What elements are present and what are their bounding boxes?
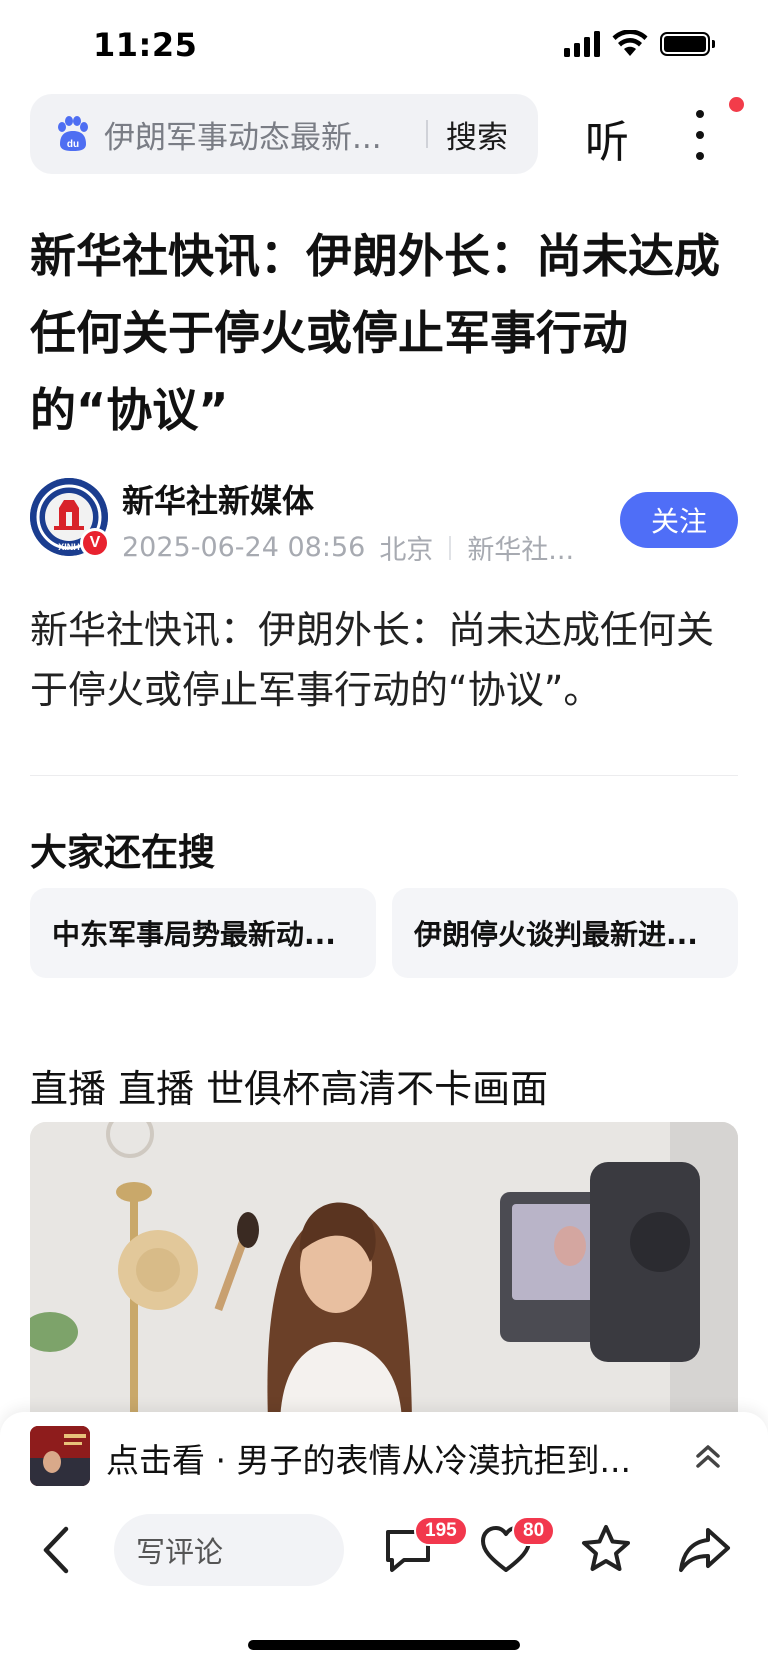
meta-divider <box>449 535 452 560</box>
svg-text:du: du <box>67 139 79 150</box>
section-divider <box>30 775 738 776</box>
back-arrow-icon[interactable] <box>38 1525 78 1575</box>
wifi-icon <box>612 30 648 56</box>
livestream-photo <box>30 1122 738 1422</box>
floating-video-bar[interactable]: 点击看 · 男子的表情从冷漠抗拒到... <box>0 1412 768 1500</box>
related-search-title: 大家还在搜 <box>30 831 215 874</box>
ad-image[interactable] <box>30 1122 738 1422</box>
verified-badge: V <box>80 528 110 558</box>
related-search-chip[interactable]: 伊朗停火谈判最新进... <box>392 888 738 978</box>
listen-button[interactable]: 听 <box>585 106 629 170</box>
follow-button[interactable]: 关注 <box>620 492 738 548</box>
search-divider <box>426 120 428 148</box>
publish-datetime: 2025-06-24 08:56 <box>122 532 366 563</box>
like-count-badge: 80 <box>512 1516 556 1546</box>
battery-icon <box>660 32 715 56</box>
comment-input[interactable]: 写评论 <box>114 1514 344 1586</box>
svg-text:XINH: XINH <box>58 542 80 552</box>
article-meta: 2025-06-24 08:56 北京 新华社... <box>122 528 574 567</box>
home-indicator <box>248 1640 520 1650</box>
floating-video-title[interactable]: 点击看 · 男子的表情从冷漠抗拒到... <box>106 1434 666 1482</box>
bottom-toolbar: 写评论 195 80 <box>0 1500 768 1662</box>
author-row: XINH V 新华社新媒体 2025-06-24 08:56 北京 新华社...… <box>30 476 738 566</box>
status-bar: 11:25 <box>0 0 768 90</box>
search-bar[interactable]: du 伊朗军事动态最新... 搜索 <box>30 94 538 174</box>
cellular-signal-icon <box>564 31 600 57</box>
double-chevron-up-icon[interactable] <box>688 1436 728 1476</box>
more-menu-button[interactable] <box>690 110 710 160</box>
share-arrow-icon[interactable] <box>676 1522 732 1578</box>
article-source: 新华社... <box>467 535 575 566</box>
ad-title[interactable]: 直播 直播 世俱杯高清不卡画面 <box>30 1058 548 1113</box>
search-input[interactable]: 伊朗军事动态最新... <box>104 112 404 157</box>
article-title: 新华社快讯：伊朗外长：尚未达成任何关于停火或停止军事行动的“协议” <box>30 229 720 437</box>
author-name[interactable]: 新华社新媒体 <box>122 476 314 522</box>
more-dot-icon <box>696 152 704 160</box>
favorite-star-icon[interactable] <box>578 1522 634 1578</box>
video-thumbnail[interactable] <box>30 1426 90 1486</box>
comment-count-badge: 195 <box>414 1516 468 1546</box>
baidu-paw-icon: du <box>58 116 88 151</box>
notification-dot <box>729 97 744 112</box>
more-dot-icon <box>696 110 704 118</box>
article-body: 新华社快讯：伊朗外长：尚未达成任何关于停火或停止军事行动的“协议”。 <box>30 608 715 712</box>
publish-location: 北京 <box>379 535 434 566</box>
video-thumbnail-image <box>30 1426 90 1486</box>
related-search-chip[interactable]: 中东军事局势最新动... <box>30 888 376 978</box>
search-button[interactable]: 搜索 <box>446 112 508 157</box>
status-time: 11:25 <box>93 26 198 64</box>
status-icons <box>564 30 715 58</box>
more-dot-icon <box>696 131 704 139</box>
